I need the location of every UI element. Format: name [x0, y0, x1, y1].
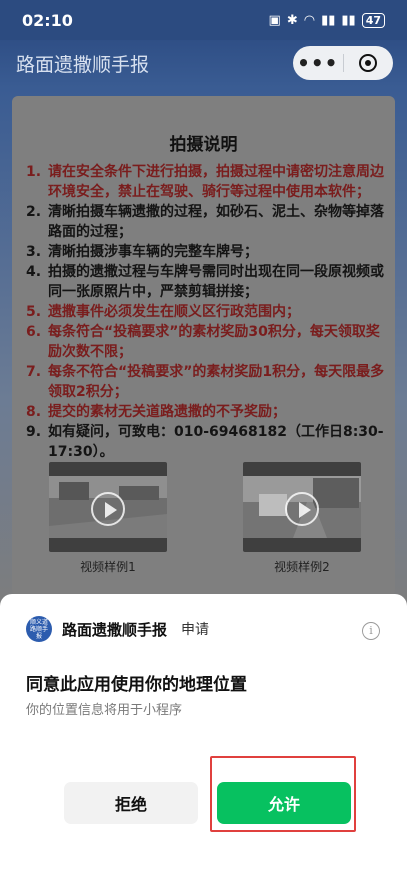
instruction-number: 1.	[26, 164, 42, 180]
play-icon	[91, 492, 125, 526]
video-sample-1-label: 视频样例1	[80, 560, 136, 574]
instruction-item: 5. 遗撒事件必须发生在顺义区行政范围内；	[26, 302, 386, 322]
instruction-text: 清晰拍摄涉事车辆的完整车牌号；	[48, 244, 258, 260]
more-icon: •••	[297, 51, 339, 75]
app-logo: 顺义道路顺手报	[26, 616, 52, 642]
instruction-item: 9. 如有疑问，可致电：010-69468182（工作日8:30-17:30）。	[26, 422, 386, 462]
status-time: 02:10	[22, 10, 73, 30]
instruction-number: 2.	[26, 204, 42, 220]
instruction-text: 请在安全条件下进行拍摄，拍摄过程中请密切注意周边环境安全，禁止在驾驶、骑行等过程…	[48, 164, 384, 200]
request-label: 申请	[181, 622, 210, 638]
video-sample-2[interactable]	[243, 462, 361, 552]
close-button[interactable]	[343, 54, 393, 72]
video-samples: 视频样例1 视频样例2	[0, 462, 407, 582]
instruction-item: 4. 拍摄的遗撒过程与车牌号需同时出现在同一段原视频或同一张原照片中，严禁剪辑拼接…	[26, 262, 386, 302]
instruction-text: 遗撒事件必须发生在顺义区行政范围内；	[48, 304, 300, 320]
app-name: 路面遗撒顺手报	[62, 620, 168, 639]
more-button[interactable]: •••	[293, 53, 343, 73]
video-sample-2-label: 视频样例2	[274, 560, 330, 574]
mini-program-header: 路面遗撒顺手报 •••	[0, 40, 407, 88]
signal-icon: ▮▮	[321, 12, 336, 28]
instruction-number: 8.	[26, 404, 42, 420]
instruction-item: 3. 清晰拍摄涉事车辆的完整车牌号；	[26, 242, 386, 262]
exit-icon	[359, 54, 378, 72]
status-bar: 02:10 ▣ ✱ ◠ ▮▮ ▮▮ 47	[0, 0, 407, 40]
instructions-list: 1. 请在安全条件下进行拍摄，拍摄过程中请密切注意周边环境安全，禁止在驾驶、骑行等…	[26, 162, 386, 462]
location-permission-sheet: 顺义道路顺手报 路面遗撒顺手报 申请 i 同意此应用使用你的地理位置 你的位置信…	[0, 594, 407, 885]
bluetooth-icon: ✱	[286, 12, 298, 28]
instruction-item: 8. 提交的素材无关道路遗撒的不予奖励；	[26, 402, 386, 422]
deny-button[interactable]: 拒绝	[64, 782, 198, 824]
instruction-text: 每条不符合“投稿要求”的素材奖励1积分，每天限最多领取2积分；	[48, 364, 385, 400]
instruction-item: 6. 每条符合“投稿要求”的素材奖励30积分，每天领取奖励次数不限；	[26, 322, 386, 362]
instruction-number: 7.	[26, 364, 42, 380]
signal-2-icon: ▮▮	[341, 12, 356, 28]
instruction-item: 7. 每条不符合“投稿要求”的素材奖励1积分，每天限最多领取2积分；	[26, 362, 386, 402]
nfc-icon: ▣	[268, 12, 281, 28]
instruction-number: 4.	[26, 264, 42, 280]
instruction-text: 如有疑问，可致电：010-69468182（工作日8:30-17:30）。	[48, 424, 384, 460]
battery-indicator: 47	[361, 12, 385, 28]
permission-title: 同意此应用使用你的地理位置	[26, 675, 247, 695]
status-icons: ▣ ✱ ◠ ▮▮ ▮▮ 47	[268, 12, 385, 28]
instruction-number: 9.	[26, 424, 42, 440]
instruction-text: 清晰拍摄车辆遗撒的过程，如砂石、泥土、杂物等掉落路面的过程；	[48, 204, 384, 240]
instruction-text: 每条符合“投稿要求”的素材奖励30积分，每天领取奖励次数不限；	[48, 324, 380, 360]
wifi-icon: ◠	[303, 12, 316, 28]
card-title: 拍摄说明	[169, 135, 238, 155]
instruction-item: 1. 请在安全条件下进行拍摄，拍摄过程中请密切注意周边环境安全，禁止在驾驶、骑行等…	[26, 162, 386, 202]
page-title: 路面遗撒顺手报	[16, 54, 150, 76]
permission-description: 你的位置信息将用于小程序	[26, 703, 183, 718]
instruction-number: 5.	[26, 304, 42, 320]
instruction-text: 拍摄的遗撒过程与车牌号需同时出现在同一段原视频或同一张原照片中，严禁剪辑拼接；	[48, 264, 384, 300]
video-sample-1[interactable]	[49, 462, 167, 552]
play-icon	[285, 492, 319, 526]
instruction-number: 6.	[26, 324, 42, 340]
highlight-box	[210, 756, 356, 832]
capsule-menu: •••	[293, 46, 393, 80]
info-icon[interactable]: i	[362, 622, 380, 640]
sheet-header: 顺义道路顺手报 路面遗撒顺手报 申请	[26, 616, 209, 642]
instruction-number: 3.	[26, 244, 42, 260]
instruction-item: 2. 清晰拍摄车辆遗撒的过程，如砂石、泥土、杂物等掉落路面的过程；	[26, 202, 386, 242]
instruction-text: 提交的素材无关道路遗撒的不予奖励；	[48, 404, 286, 420]
